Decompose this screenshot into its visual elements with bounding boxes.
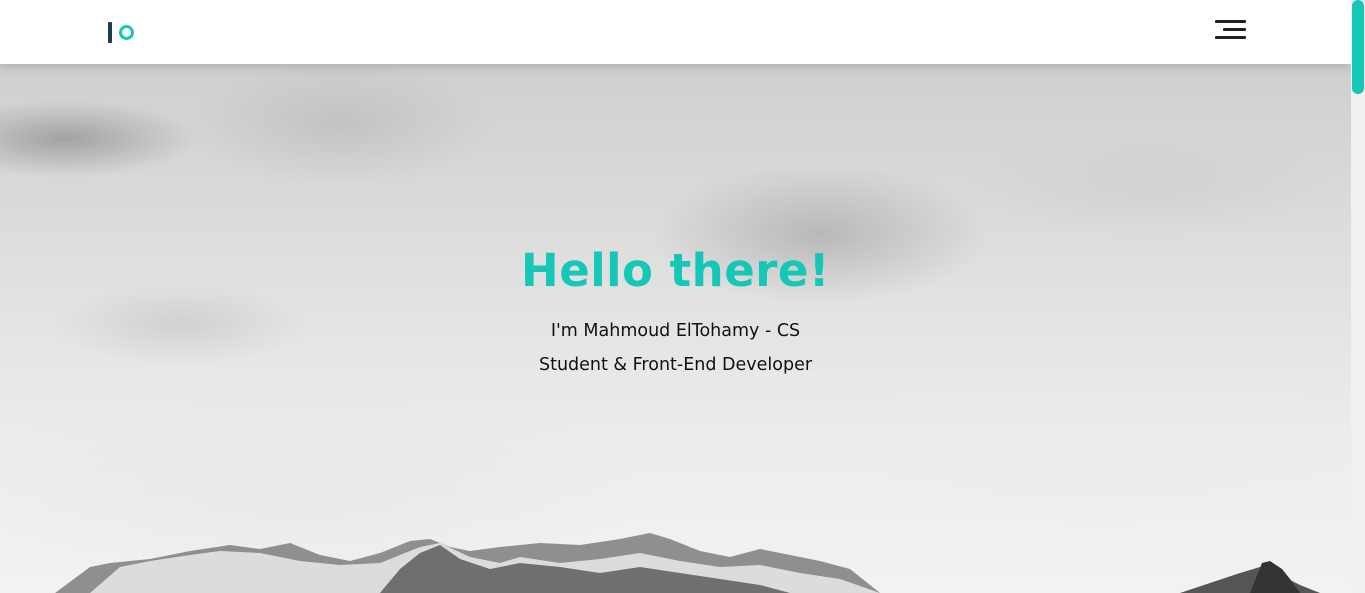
hamburger-line xyxy=(1215,36,1246,39)
page: Hello there! I'm Mahmoud ElTohamy - CS S… xyxy=(0,0,1365,593)
logo-ring xyxy=(119,24,134,40)
mountain-range-image xyxy=(55,533,1320,593)
page-scrollbar[interactable] xyxy=(1351,0,1365,593)
hero-content: Hello there! I'm Mahmoud ElTohamy - CS S… xyxy=(0,244,1351,382)
hamburger-line xyxy=(1215,20,1246,23)
scrollbar-thumb[interactable] xyxy=(1352,0,1364,94)
site-header xyxy=(0,0,1351,64)
hero-subtitle: I'm Mahmoud ElTohamy - CS Student & Fron… xyxy=(538,321,813,375)
logo-bar xyxy=(108,21,112,43)
hamburger-line xyxy=(1223,28,1246,31)
hamburger-menu-icon[interactable] xyxy=(1215,18,1247,42)
hero-section: Hello there! I'm Mahmoud ElTohamy - CS S… xyxy=(0,64,1351,593)
hero-title: Hello there! xyxy=(521,244,830,297)
site-logo[interactable] xyxy=(108,20,134,44)
